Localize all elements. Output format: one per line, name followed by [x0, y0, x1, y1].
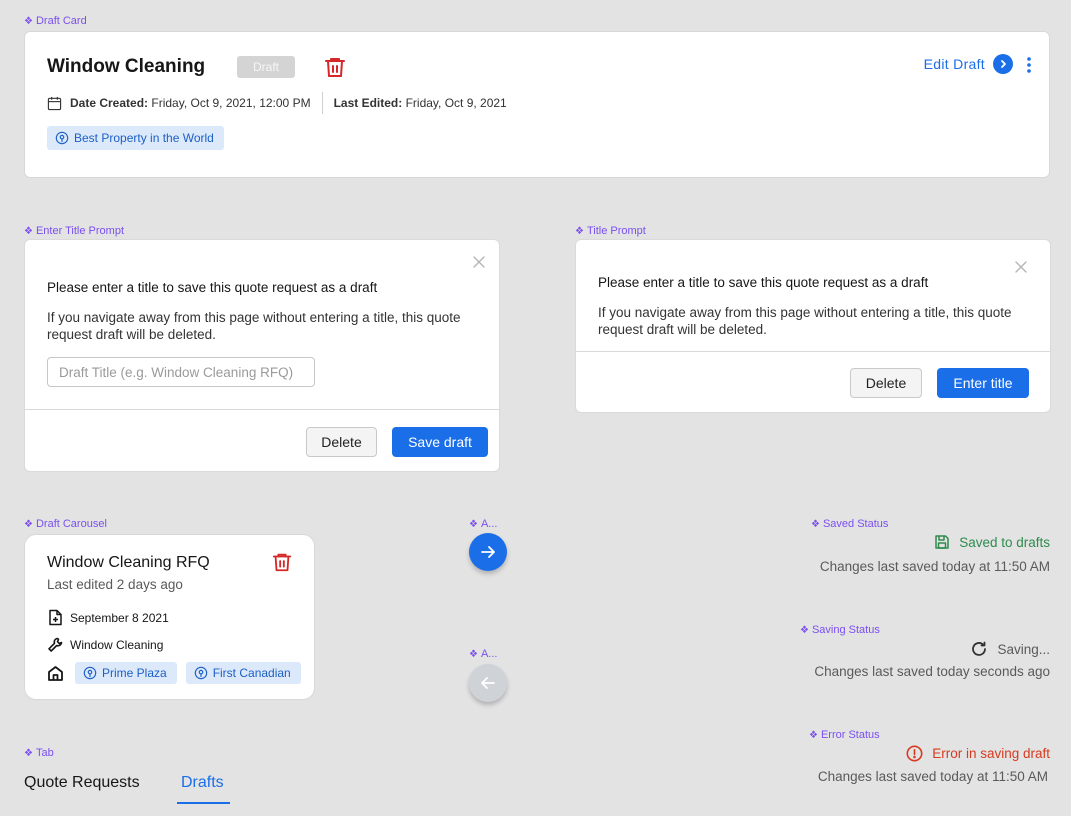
frame-label-arrow-prev: ❖ A...	[469, 648, 498, 660]
property-chip-label: Best Property in the World	[74, 131, 214, 145]
carousel-title: Window Cleaning RFQ	[47, 554, 210, 571]
frame-label-arrow-next: ❖ A...	[469, 518, 498, 530]
frame-label-draft-card: ❖ Draft Card	[24, 15, 87, 27]
floppy-disk-icon	[935, 535, 949, 549]
draft-card: Window Cleaning Draft Date Created: Frid…	[24, 31, 1050, 178]
modal-divider	[25, 409, 499, 410]
carousel-service: Window Cleaning	[70, 637, 164, 652]
error-status-sub: Changes last saved today at 11:50 AM	[817, 769, 1048, 784]
carousel-service-row: Window Cleaning	[47, 636, 163, 653]
draft-meta: Date Created: Friday, Oct 9, 2021, 12:00…	[47, 92, 507, 114]
meta-divider	[321, 92, 323, 114]
frame-label-saved-status: ❖ Saved Status	[811, 518, 889, 530]
location-pin-icon	[83, 666, 97, 680]
saved-status-label: Saved to drafts	[959, 534, 1050, 550]
arrow-right-icon	[481, 546, 495, 558]
saving-status: Saving...	[970, 640, 1050, 658]
property-chip[interactable]: First Canadian	[185, 662, 301, 684]
draft-badge: Draft	[237, 56, 295, 78]
frame-label-error-status: ❖ Error Status	[809, 729, 880, 741]
trash-icon[interactable]	[271, 551, 293, 573]
enter-title-button[interactable]: Enter title	[937, 368, 1029, 398]
saved-status: Saved to drafts	[934, 534, 1050, 550]
close-icon[interactable]	[1014, 260, 1028, 274]
delete-button[interactable]: Delete	[306, 427, 377, 457]
prompt-body: If you navigate away from this page with…	[598, 305, 1012, 337]
frame-label-tab: ❖ Tab	[24, 747, 54, 759]
more-vertical-icon[interactable]	[1024, 56, 1034, 74]
property-chip-label: First Canadian	[212, 666, 291, 680]
carousel-date: September 8 2021	[70, 610, 169, 625]
draft-carousel-card[interactable]: Window Cleaning RFQ Last edited 2 days a…	[24, 534, 315, 700]
saving-status-sub: Changes last saved today seconds ago	[814, 664, 1050, 679]
trash-icon[interactable]	[323, 55, 347, 79]
property-chip[interactable]: Best Property in the World	[47, 126, 224, 150]
prev-arrow-button[interactable]	[469, 664, 507, 702]
prompt-heading: Please enter a title to save this quote …	[47, 280, 378, 295]
draft-title-input[interactable]	[47, 357, 315, 387]
building-icon	[48, 665, 63, 681]
carousel-date-row: September 8 2021	[47, 609, 169, 626]
title-prompt: Please enter a title to save this quote …	[575, 239, 1051, 413]
location-pin-icon	[55, 131, 69, 145]
frame-label-title-prompt: ❖ Title Prompt	[575, 225, 646, 237]
carousel-subtitle: Last edited 2 days ago	[47, 577, 183, 592]
refresh-icon	[972, 641, 987, 656]
last-edited-value: Friday, Oct 9, 2021	[405, 96, 507, 110]
date-created-label: Date Created:	[70, 96, 149, 110]
modal-divider	[576, 351, 1050, 352]
alert-circle-icon	[906, 745, 923, 762]
frame-label-draft-carousel: ❖ Draft Carousel	[24, 518, 107, 530]
last-edited-label: Last Edited:	[333, 96, 403, 110]
enter-title-prompt: Please enter a title to save this quote …	[24, 239, 500, 472]
save-draft-button[interactable]: Save draft	[392, 427, 488, 457]
saving-status-label: Saving...	[997, 641, 1050, 657]
next-arrow-button[interactable]	[469, 533, 507, 571]
prompt-heading: Please enter a title to save this quote …	[598, 275, 929, 290]
prompt-body: If you navigate away from this page with…	[47, 310, 461, 342]
frame-label-saving-status: ❖ Saving Status	[800, 624, 880, 636]
arrow-left-icon	[481, 677, 495, 689]
edit-draft-label: Edit Draft	[923, 56, 985, 72]
delete-button[interactable]: Delete	[850, 368, 922, 398]
tab-quote-requests[interactable]: Quote Requests	[24, 774, 140, 792]
saved-status-sub: Changes last saved today at 11:50 AM	[819, 559, 1050, 574]
frame-label-enter-title-prompt: ❖ Enter Title Prompt	[24, 225, 125, 237]
draft-title: Window Cleaning	[47, 56, 206, 77]
date-created-value: Friday, Oct 9, 2021, 12:00 PM	[151, 96, 311, 110]
carousel-properties-row: Prime Plaza First Canadian	[47, 662, 310, 684]
location-pin-icon	[194, 666, 207, 680]
property-chip-label: Prime Plaza	[102, 666, 167, 680]
chevron-right-icon	[993, 54, 1013, 74]
error-status: Error in saving draft	[906, 745, 1050, 762]
tab-drafts[interactable]: Drafts	[181, 774, 224, 792]
calendar-icon	[47, 96, 62, 110]
error-status-label: Error in saving draft	[932, 746, 1050, 761]
wrench-icon	[48, 637, 63, 652]
property-chip[interactable]: Prime Plaza	[75, 662, 177, 684]
tab-active-indicator	[177, 802, 230, 804]
close-icon[interactable]	[472, 255, 486, 269]
file-plus-icon	[49, 609, 62, 626]
edit-draft-button[interactable]: Edit Draft	[924, 54, 1013, 74]
